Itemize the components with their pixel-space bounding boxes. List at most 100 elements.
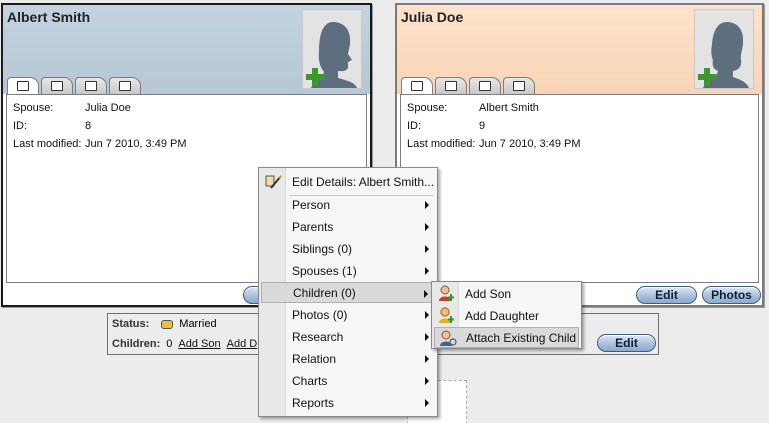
- add-son-icon: [439, 285, 454, 301]
- children-label: Children:: [112, 338, 161, 350]
- detail-panel: Spouse: Albert Smith ID: 9 Last modified…: [400, 94, 759, 283]
- menu-item-label: Person: [292, 197, 331, 212]
- person-name: Julia Doe: [401, 9, 464, 25]
- card-header: Albert Smith: [3, 5, 370, 94]
- card-tabs: [401, 77, 535, 94]
- menu-item-add-son[interactable]: Add Son: [434, 283, 579, 304]
- notes-icon: [513, 81, 525, 91]
- field-label: Spouse:: [13, 102, 54, 114]
- field-value: 9: [479, 120, 486, 132]
- tab-details[interactable]: [401, 77, 433, 94]
- photo-placeholder[interactable]: [694, 9, 754, 89]
- menu-item-label: Edit Details: Albert Smith...: [292, 174, 435, 189]
- submenu-arrow-icon: [425, 223, 429, 231]
- field-row: Spouse: Albert Smith: [407, 101, 752, 119]
- field-row: ID: 8: [13, 119, 360, 137]
- children-submenu: Add Son Add Daughter Attach Existing Chi…: [431, 281, 582, 349]
- submenu-arrow-icon: [425, 201, 429, 209]
- edit-pencil-icon: [265, 175, 282, 189]
- submenu-arrow-icon: [425, 377, 429, 385]
- context-menu: Edit Details: Albert Smith... Person Par…: [258, 167, 438, 417]
- menu-item-photos[interactable]: Photos (0): [261, 304, 435, 325]
- field-row: Last modified: Jun 7 2010, 3:49 PM: [13, 137, 360, 155]
- submenu-arrow-icon: [425, 355, 429, 363]
- menu-item-label: Children (0): [293, 285, 356, 300]
- tab-notes[interactable]: [109, 77, 141, 94]
- submenu-arrow-icon: [425, 399, 429, 407]
- tab-details[interactable]: [7, 77, 39, 94]
- menu-item-label: Spouses (1): [292, 263, 357, 278]
- menu-item-parents[interactable]: Parents: [261, 216, 435, 237]
- info-icon: [51, 81, 63, 91]
- photos-button[interactable]: Photos: [702, 286, 761, 304]
- person-card-julia[interactable]: Julia Doe Spouse: Albert Smith ID: 9 Las…: [395, 3, 764, 307]
- field-label: Last modified:: [13, 138, 82, 150]
- menu-item-spouses[interactable]: Spouses (1): [261, 260, 435, 281]
- add-daughter-icon: [439, 307, 454, 323]
- attach-child-icon: [440, 330, 457, 346]
- submenu-arrow-icon: [425, 245, 429, 253]
- add-photo-icon[interactable]: [698, 68, 716, 86]
- add-daughter-link[interactable]: Add D: [227, 338, 258, 350]
- photo-placeholder[interactable]: [302, 9, 362, 89]
- field-label: Last modified:: [407, 138, 476, 150]
- submenu-arrow-icon: [425, 267, 429, 275]
- notes-icon: [119, 81, 131, 91]
- tab-events[interactable]: [75, 77, 107, 94]
- info-icon: [445, 81, 457, 91]
- menu-item-label: Parents: [292, 219, 334, 234]
- card-tabs: [7, 77, 141, 94]
- menu-item-research[interactable]: Research: [261, 326, 435, 347]
- add-photo-icon[interactable]: [306, 68, 324, 86]
- children-row: Children: 0 Add Son Add D: [112, 338, 257, 350]
- add-son-link[interactable]: Add Son: [178, 338, 220, 350]
- field-value: Julia Doe: [85, 102, 131, 114]
- field-value: Jun 7 2010, 3:49 PM: [479, 138, 581, 150]
- details-icon: [17, 81, 29, 91]
- field-value: Albert Smith: [479, 102, 539, 114]
- field-value: 8: [85, 120, 92, 132]
- tab-info[interactable]: [41, 77, 73, 94]
- tab-events[interactable]: [469, 77, 501, 94]
- menu-item-label: Reports: [292, 395, 335, 410]
- tab-info[interactable]: [435, 77, 467, 94]
- field-value: Jun 7 2010, 3:49 PM: [85, 138, 187, 150]
- menu-item-label: Photos (0): [292, 307, 348, 322]
- menu-item-edit-details[interactable]: Edit Details: Albert Smith...: [261, 171, 435, 192]
- field-label: Spouse:: [407, 102, 448, 114]
- menu-item-label: Charts: [292, 373, 328, 388]
- children-count: 0: [166, 338, 173, 350]
- submenu-arrow-icon: [424, 290, 428, 298]
- field-label: ID:: [13, 120, 28, 132]
- menu-item-label: Add Daughter: [465, 308, 540, 323]
- person-name: Albert Smith: [7, 9, 91, 25]
- menu-item-charts[interactable]: Charts: [261, 370, 435, 391]
- details-icon: [411, 81, 423, 91]
- menu-item-reports[interactable]: Reports: [261, 392, 435, 413]
- edit-button[interactable]: Edit: [636, 286, 697, 304]
- menu-item-siblings[interactable]: Siblings (0): [261, 238, 435, 259]
- menu-item-person[interactable]: Person: [261, 194, 435, 215]
- field-label: ID:: [407, 120, 422, 132]
- submenu-arrow-icon: [425, 333, 429, 341]
- family-edit-button[interactable]: Edit: [597, 334, 656, 352]
- menu-item-label: Relation: [292, 351, 337, 366]
- marriage-ring-icon: [161, 319, 174, 329]
- menu-item-label: Attach Existing Child: [466, 330, 577, 345]
- field-row: Last modified: Jun 7 2010, 3:49 PM: [407, 137, 752, 155]
- status-value: Married: [179, 318, 217, 330]
- field-row: ID: 9: [407, 119, 752, 137]
- status-label: Status:: [112, 318, 150, 330]
- card-header: Julia Doe: [397, 5, 762, 94]
- menu-item-attach-existing-child[interactable]: Attach Existing Child: [434, 327, 579, 348]
- events-icon: [85, 81, 97, 91]
- menu-item-children[interactable]: Children (0): [261, 282, 435, 303]
- field-row: Spouse: Julia Doe: [13, 101, 360, 119]
- menu-item-label: Siblings (0): [292, 241, 353, 256]
- submenu-arrow-icon: [425, 311, 429, 319]
- menu-item-label: Add Son: [465, 286, 512, 301]
- menu-item-relation[interactable]: Relation: [261, 348, 435, 369]
- menu-item-label: Research: [292, 329, 344, 344]
- menu-item-add-daughter[interactable]: Add Daughter: [434, 305, 579, 326]
- tab-notes[interactable]: [503, 77, 535, 94]
